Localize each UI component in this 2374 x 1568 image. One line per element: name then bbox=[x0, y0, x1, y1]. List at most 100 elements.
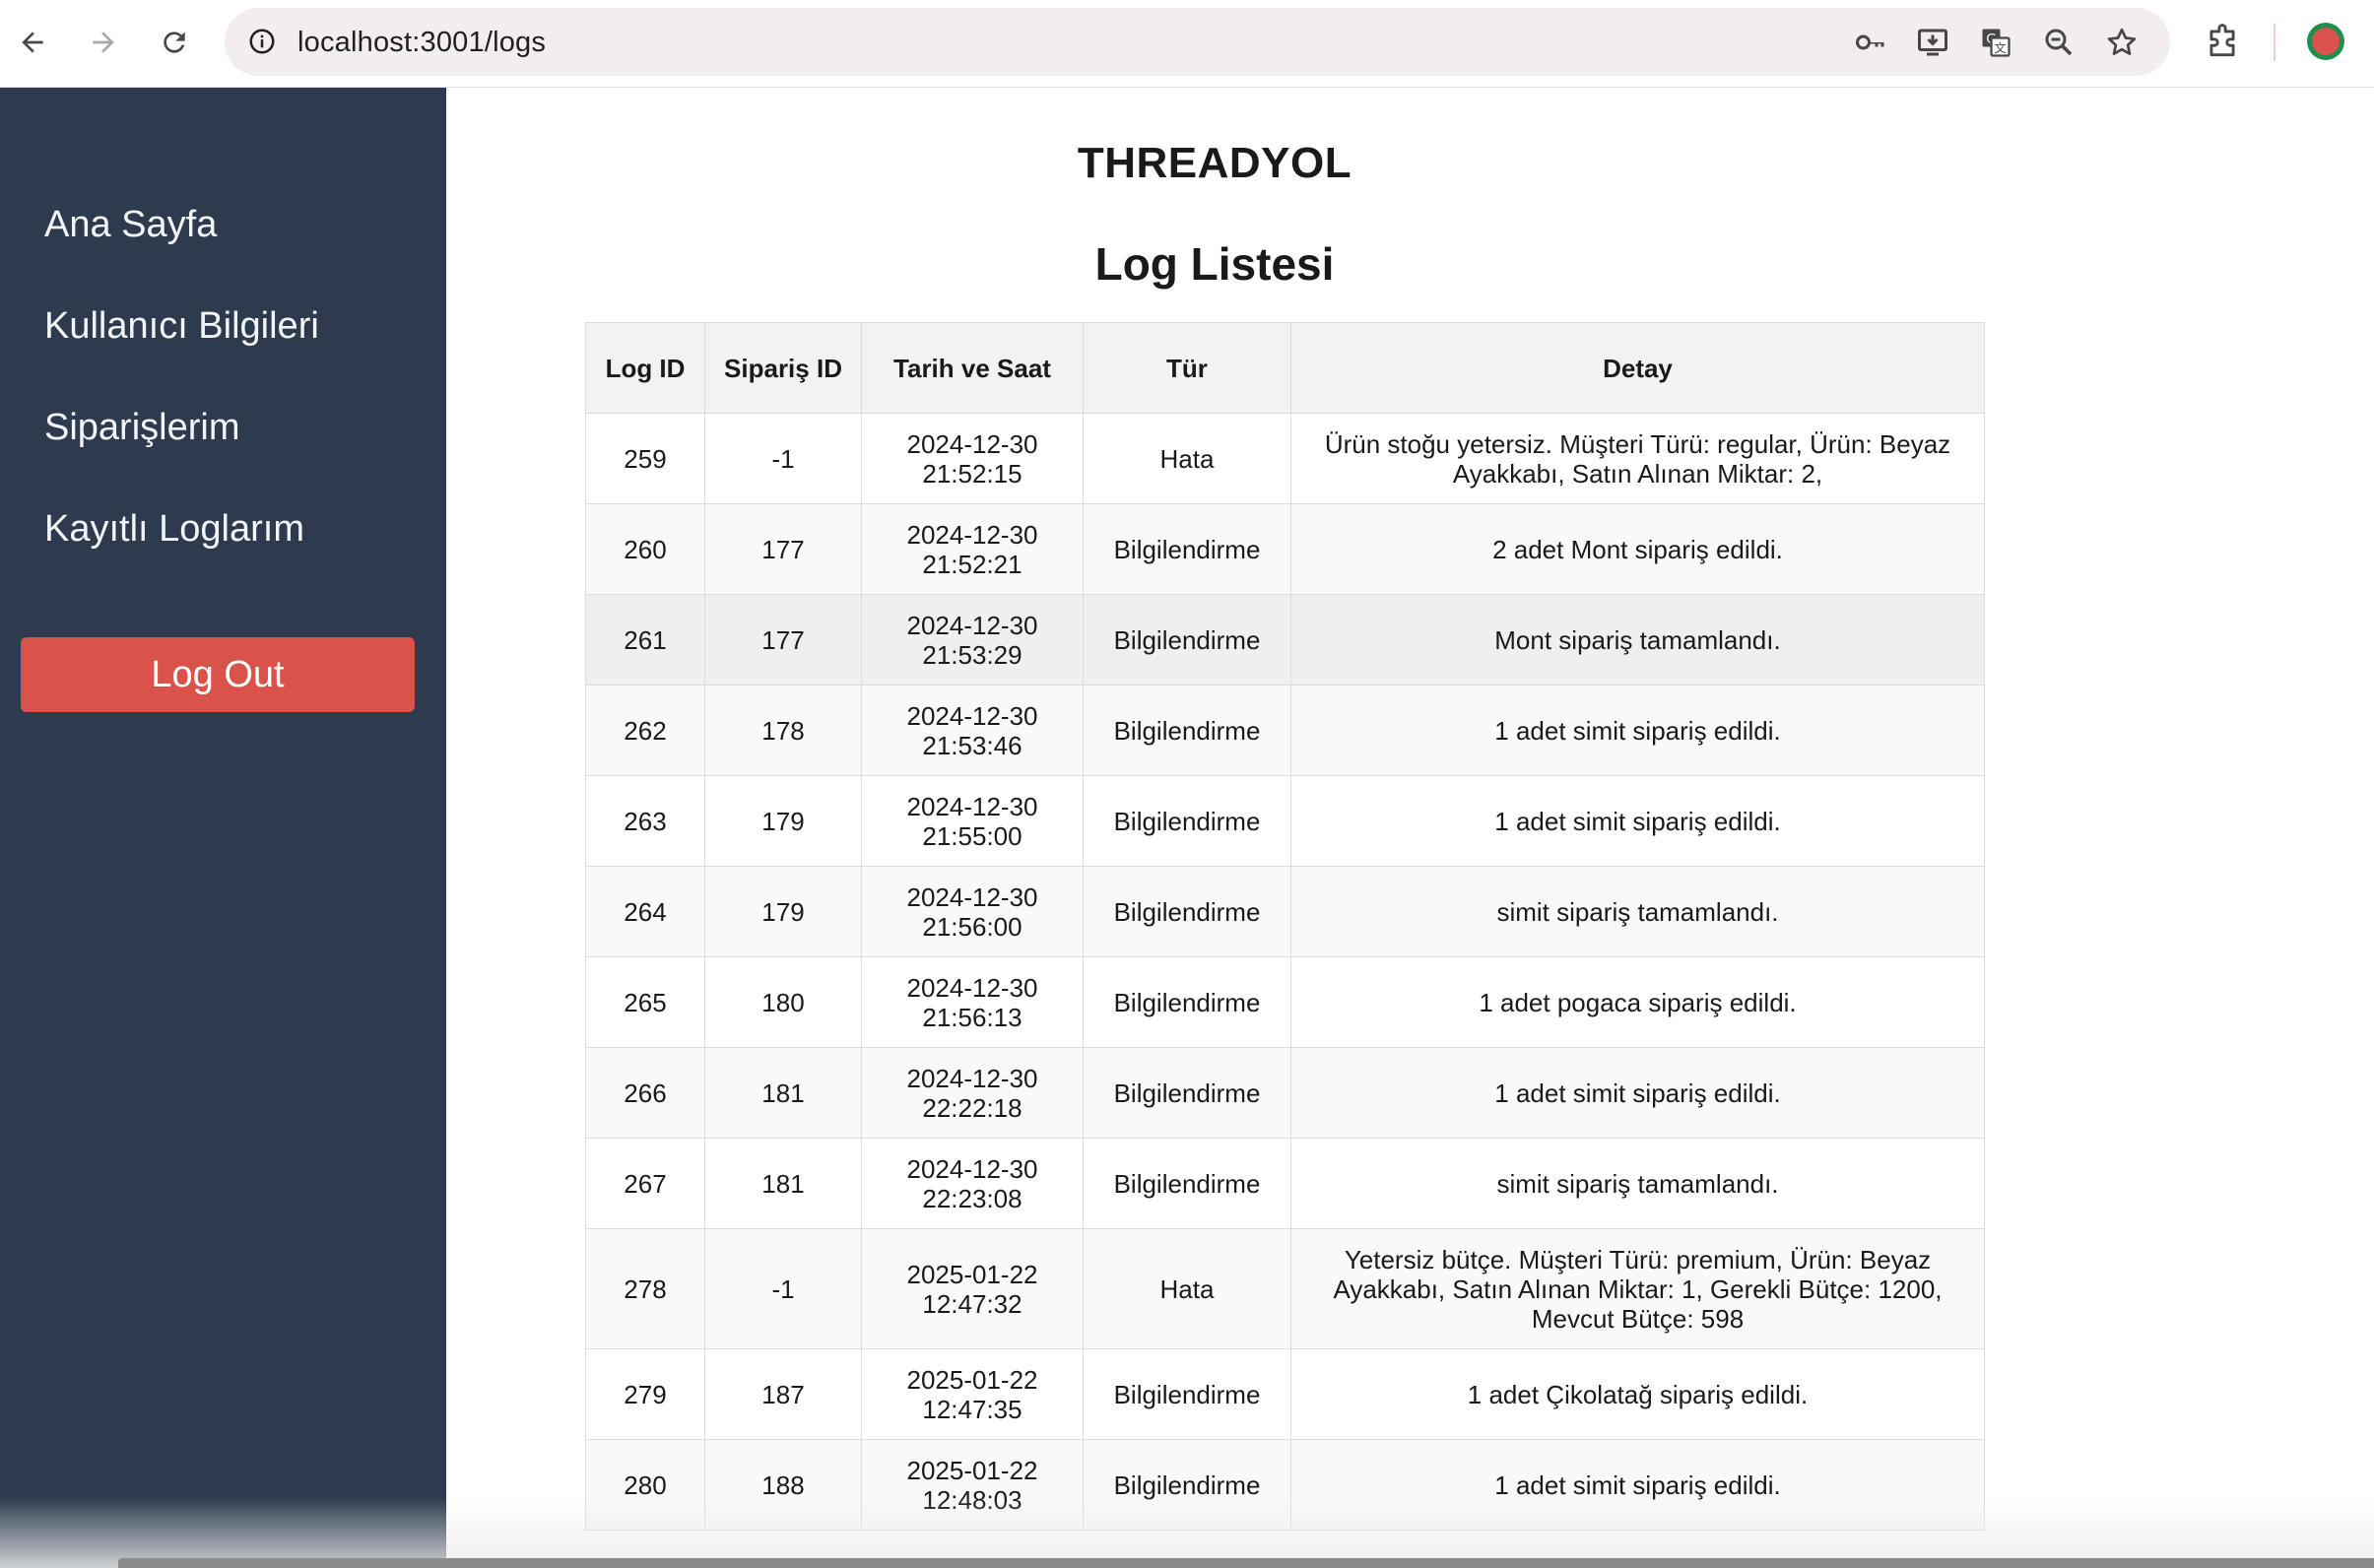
cell-tarih-ve-saat: 2025-01-22 12:47:32 bbox=[861, 1228, 1084, 1349]
cell-tarih-ve-saat: 2024-12-30 22:23:08 bbox=[861, 1138, 1084, 1229]
cell-log-id: 259 bbox=[585, 413, 705, 504]
cell-tur: Bilgilendirme bbox=[1083, 866, 1291, 957]
sidebar-item-ana-sayfa[interactable]: Ana Sayfa bbox=[44, 202, 217, 247]
cell-date: 2024-12-30 bbox=[906, 428, 1038, 459]
cell-tur: Bilgilendirme bbox=[1083, 503, 1291, 595]
sidebar-item-kullanici-bilgileri[interactable]: Kullanıcı Bilgileri bbox=[44, 303, 319, 349]
cell-tarih-ve-saat: 2024-12-30 21:52:21 bbox=[861, 503, 1084, 595]
cell-log-id: 266 bbox=[585, 1047, 705, 1139]
cell-detay: 1 adet simit sipariş edildi. bbox=[1290, 775, 1985, 867]
cell-log-id: 261 bbox=[585, 594, 705, 686]
cell-date: 2024-12-30 bbox=[906, 610, 1038, 640]
cell-tur: Bilgilendirme bbox=[1083, 1439, 1291, 1531]
cell-siparis-id: 177 bbox=[704, 594, 862, 686]
main-content: THREADYOL Log Listesi Log ID Sipariş ID … bbox=[446, 88, 2374, 1568]
cell-detay: 1 adet pogaca sipariş edildi. bbox=[1290, 956, 1985, 1048]
cell-log-id: 264 bbox=[585, 866, 705, 957]
cell-time: 21:52:21 bbox=[922, 549, 1022, 579]
cell-detay: 1 adet simit sipariş edildi. bbox=[1290, 1439, 1985, 1531]
cell-date: 2024-12-30 bbox=[906, 700, 1038, 731]
cell-tarih-ve-saat: 2025-01-22 12:48:03 bbox=[861, 1439, 1084, 1531]
cell-log-id: 263 bbox=[585, 775, 705, 867]
cell-detay: simit sipariş tamamlandı. bbox=[1290, 1138, 1985, 1229]
toolbar-divider bbox=[2274, 24, 2275, 61]
password-key-icon[interactable] bbox=[1850, 22, 1891, 63]
brand-title: THREADYOL bbox=[1077, 139, 1352, 187]
cell-tur: Bilgilendirme bbox=[1083, 594, 1291, 686]
cell-log-id: 279 bbox=[585, 1348, 705, 1440]
cell-tur: Hata bbox=[1083, 1228, 1291, 1349]
table-row: 278 -1 2025-01-22 12:47:32 Hata Yetersiz bütç… bbox=[585, 1228, 1985, 1349]
table-row: 279 187 2025-01-22 12:47:35 Bilgilendirme 1 a… bbox=[585, 1348, 1985, 1440]
cell-time: 21:55:00 bbox=[922, 820, 1022, 851]
install-app-icon[interactable] bbox=[1912, 22, 1953, 63]
cell-tarih-ve-saat: 2024-12-30 22:22:18 bbox=[861, 1047, 1084, 1139]
cell-tarih-ve-saat: 2024-12-30 21:56:13 bbox=[861, 956, 1084, 1048]
cell-time: 21:56:00 bbox=[922, 911, 1022, 942]
cell-detay: Mont sipariş tamamlandı. bbox=[1290, 594, 1985, 686]
cell-date: 2025-01-22 bbox=[906, 1455, 1038, 1485]
cell-time: 21:53:29 bbox=[922, 639, 1022, 670]
cell-tarih-ve-saat: 2024-12-30 21:56:00 bbox=[861, 866, 1084, 957]
log-table: Log ID Sipariş ID Tarih ve Saat Tür Deta… bbox=[585, 322, 1985, 1531]
header-log-id: Log ID bbox=[585, 322, 705, 414]
cell-detay: Yetersiz bütçe. Müşteri Türü: premium, Ü… bbox=[1290, 1228, 1985, 1349]
cell-time: 21:53:46 bbox=[922, 730, 1022, 760]
table-row: 264 179 2024-12-30 21:56:00 Bilgilendirme sim… bbox=[585, 866, 1985, 957]
cell-detay: 1 adet simit sipariş edildi. bbox=[1290, 685, 1985, 776]
cell-siparis-id: 179 bbox=[704, 775, 862, 867]
url-text[interactable]: localhost:3001/logs bbox=[297, 26, 546, 59]
cell-siparis-id: 181 bbox=[704, 1047, 862, 1139]
extensions-puzzle-icon[interactable] bbox=[2200, 20, 2245, 65]
cell-time: 12:47:35 bbox=[922, 1394, 1022, 1424]
cell-log-id: 278 bbox=[585, 1228, 705, 1349]
cell-siparis-id: -1 bbox=[704, 1228, 862, 1349]
cell-date: 2024-12-30 bbox=[906, 972, 1038, 1003]
profile-avatar[interactable] bbox=[2307, 23, 2344, 60]
cell-time: 12:47:32 bbox=[922, 1288, 1022, 1319]
table-row: 265 180 2024-12-30 21:56:13 Bilgilendirme 1 a… bbox=[585, 956, 1985, 1048]
cell-tarih-ve-saat: 2024-12-30 21:53:29 bbox=[861, 594, 1084, 686]
logout-button[interactable]: Log Out bbox=[21, 637, 415, 712]
cell-date: 2024-12-30 bbox=[906, 1153, 1038, 1184]
table-row: 262 178 2024-12-30 21:53:46 Bilgilendirme 1 a… bbox=[585, 685, 1985, 776]
reload-icon[interactable] bbox=[150, 18, 199, 67]
cell-tur: Bilgilendirme bbox=[1083, 1348, 1291, 1440]
sidebar: Ana Sayfa Kullanıcı Bilgileri Siparişler… bbox=[0, 88, 446, 1568]
cell-tur: Bilgilendirme bbox=[1083, 685, 1291, 776]
address-bar[interactable]: localhost:3001/logs G文 bbox=[225, 8, 2170, 76]
cell-date: 2024-12-30 bbox=[906, 1063, 1038, 1093]
site-info-icon[interactable] bbox=[246, 26, 278, 57]
browser-toolbar: localhost:3001/logs G文 bbox=[0, 0, 2374, 88]
cell-detay: 1 adet simit sipariş edildi. bbox=[1290, 1047, 1985, 1139]
sidebar-item-kayitli-loglarim[interactable]: Kayıtlı Loglarım bbox=[44, 506, 304, 552]
cell-tur: Hata bbox=[1083, 413, 1291, 504]
sidebar-item-siparislerim[interactable]: Siparişlerim bbox=[44, 405, 239, 450]
cell-log-id: 280 bbox=[585, 1439, 705, 1531]
cell-siparis-id: 179 bbox=[704, 866, 862, 957]
cell-tur: Bilgilendirme bbox=[1083, 956, 1291, 1048]
cell-tur: Bilgilendirme bbox=[1083, 1138, 1291, 1229]
zoom-icon[interactable] bbox=[2038, 22, 2079, 63]
cell-time: 22:23:08 bbox=[922, 1183, 1022, 1213]
cell-time: 21:56:13 bbox=[922, 1002, 1022, 1032]
horizontal-scrollbar[interactable] bbox=[118, 1558, 2374, 1568]
cell-siparis-id: 181 bbox=[704, 1138, 862, 1229]
table-row: 261 177 2024-12-30 21:53:29 Bilgilendirme Mon… bbox=[585, 594, 1985, 686]
cell-date: 2024-12-30 bbox=[906, 882, 1038, 912]
table-row: 259 -1 2024-12-30 21:52:15 Hata Ürün stoğu ye… bbox=[585, 413, 1985, 504]
forward-arrow-icon[interactable] bbox=[79, 18, 128, 67]
table-header-row: Log ID Sipariş ID Tarih ve Saat Tür Deta… bbox=[585, 322, 1985, 414]
cell-time: 21:52:15 bbox=[922, 458, 1022, 489]
cell-tarih-ve-saat: 2024-12-30 21:53:46 bbox=[861, 685, 1084, 776]
header-detay: Detay bbox=[1290, 322, 1985, 414]
bookmark-star-icon[interactable] bbox=[2101, 22, 2143, 63]
svg-text:文: 文 bbox=[1994, 40, 2006, 55]
cell-time: 22:22:18 bbox=[922, 1092, 1022, 1123]
translate-icon[interactable]: G文 bbox=[1975, 22, 2016, 63]
cell-detay: 1 adet Çikolatağ sipariş edildi. bbox=[1290, 1348, 1985, 1440]
header-tur: Tür bbox=[1083, 322, 1291, 414]
cell-tarih-ve-saat: 2024-12-30 21:52:15 bbox=[861, 413, 1084, 504]
cell-date: 2024-12-30 bbox=[906, 791, 1038, 821]
back-arrow-icon[interactable] bbox=[8, 18, 57, 67]
